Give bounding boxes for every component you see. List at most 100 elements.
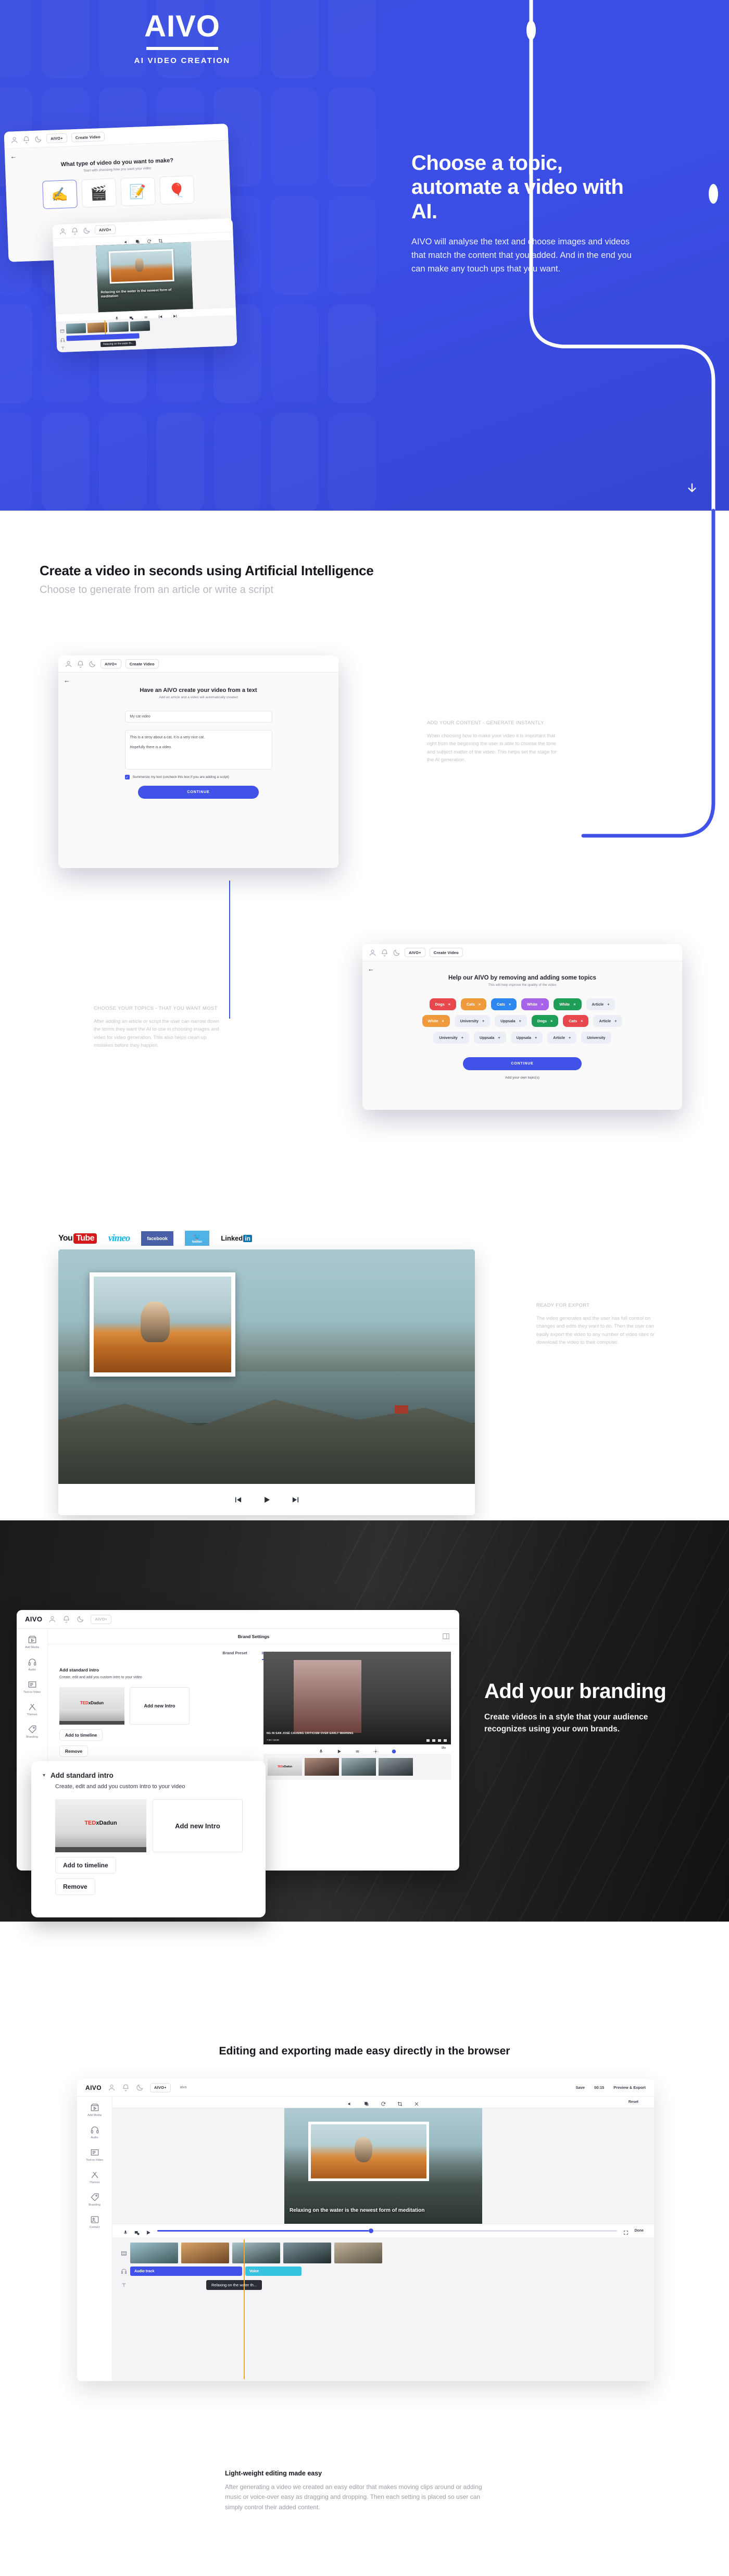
user-icon[interactable] [59,227,67,236]
mic-icon[interactable] [319,1747,323,1753]
chevron-down-icon[interactable]: ▾ [43,1773,45,1778]
sidebar-item-add-media[interactable]: Add Media [77,2103,112,2117]
user-icon[interactable] [10,135,19,144]
timeline-video-track[interactable] [121,2243,646,2263]
menu-icon[interactable] [355,1747,360,1752]
audio-clip[interactable]: Audio track [130,2267,242,2276]
topic-tag[interactable]: Uppsala + [473,1032,506,1044]
moon-icon[interactable] [77,1615,84,1623]
sidebar-item-themes[interactable]: Themes [17,1702,47,1716]
popover-intro-thumbnail[interactable]: TEDxDadun [55,1799,146,1853]
tab-brand-preset[interactable]: Brand Preset [222,1651,247,1660]
timeline-audio-track[interactable]: Audio track Voice [121,2267,646,2276]
topic-action[interactable]: × [448,1002,450,1007]
topic-tag[interactable]: Cats × [491,998,517,1010]
sidebar-item-branding[interactable]: Branding [77,2193,112,2207]
layers-icon[interactable] [135,237,140,244]
next-icon[interactable] [292,1496,299,1504]
topic-action[interactable]: × [550,1019,552,1023]
play-icon[interactable] [146,2228,151,2235]
moon-icon[interactable] [89,660,96,668]
topic-tag[interactable]: Dogs × [531,1015,559,1027]
aivo-plus-button[interactable]: AIVO+ [100,659,121,668]
play-icon[interactable] [263,1496,271,1504]
text-clip[interactable]: Relaxing on the water th... [206,2280,262,2290]
video-preview-area[interactable]: NG IN SAN JOSÉ CAUSING CRITICISM OVER EA… [263,1652,451,1780]
crop-icon[interactable] [397,2100,403,2106]
topic-tag[interactable]: Article + [593,1015,623,1027]
popover-add-to-timeline-button[interactable]: Add to timeline [55,1857,116,1874]
mic-icon[interactable] [115,314,119,320]
prev-icon[interactable] [234,1496,242,1504]
topic-tag[interactable]: University + [454,1015,491,1027]
video-title-input[interactable]: My cat video [124,711,272,723]
user-icon[interactable] [369,949,376,957]
editor-timeline[interactable]: Audio track Voice Relaxing on the water … [112,2237,654,2381]
branding-timeline[interactable]: TED xDadun 15s [263,1747,451,1780]
user-icon[interactable] [65,660,72,668]
create-video-button[interactable]: Create Video [125,659,159,668]
topic-action[interactable]: + [535,1035,537,1040]
back-button[interactable]: ← [58,673,338,684]
moon-icon[interactable] [393,949,400,957]
user-icon[interactable] [48,1615,56,1623]
aivo-plus-button[interactable]: AIVO+ [405,948,425,957]
voice-clip[interactable]: Voice [245,2267,301,2276]
video-type-card[interactable]: 🎬 [81,178,117,208]
topic-tag[interactable]: Dogs × [429,998,457,1010]
moon-icon[interactable] [136,2084,144,2091]
reset-button[interactable]: Reset [629,2100,638,2104]
topic-tag[interactable]: Uppsala + [510,1032,543,1044]
moon-icon[interactable] [83,226,91,234]
aivo-plus-button[interactable]: AIVO+ [149,2083,171,2092]
add-media-icon[interactable] [129,313,134,320]
sidebar-item-text-to-video[interactable]: Text-to-Video [77,2148,112,2162]
save-button[interactable]: Save [576,2085,585,2090]
topic-tag[interactable]: Article + [547,1032,577,1044]
aivo-plus-button[interactable]: AIVO+ [46,133,68,143]
moon-icon[interactable] [34,135,43,143]
settings-icon[interactable] [373,1747,378,1753]
topic-action[interactable]: + [519,1019,521,1023]
article-window[interactable]: AIVO+ Create Video ← Have an AIVO create… [58,655,338,868]
topic-action[interactable]: + [461,1035,463,1040]
popover-add-new-intro-button[interactable]: Add new Intro [153,1799,243,1853]
article-textarea[interactable]: This is a stroy about a cat. It is a ver… [124,730,272,770]
sidebar-item-audio[interactable]: Audio [17,1657,47,1671]
topic-action[interactable]: × [573,1002,575,1007]
add-new-intro-button[interactable]: Add new Intro [130,1687,190,1725]
player-canvas[interactable] [58,1249,475,1484]
sidebar-item-text-to-video[interactable]: Text-to-Video [17,1680,47,1694]
progress-slider[interactable] [157,2228,617,2233]
playhead[interactable] [244,2239,245,2379]
create-video-button[interactable]: Create Video [429,948,463,957]
topic-tag[interactable]: University + [433,1032,469,1044]
timeline-text-clip[interactable]: Relaxing on the water th... [100,340,136,348]
bell-icon[interactable] [71,227,79,235]
bell-icon[interactable] [22,135,31,144]
sidebar-item-add-media[interactable]: Add Media [17,1635,47,1649]
topic-action[interactable]: × [479,1002,481,1007]
topics-window[interactable]: AIVO+ Create Video ← Help our AIVO by re… [362,944,682,1110]
refresh-icon[interactable] [146,237,151,243]
bell-icon[interactable] [77,660,84,668]
topic-action[interactable]: × [509,1002,511,1007]
play-icon[interactable] [337,1747,342,1753]
add-icon[interactable] [392,1747,396,1753]
layers-icon[interactable] [364,2100,369,2106]
topic-tag[interactable]: Cats × [563,1015,589,1027]
next-icon[interactable] [173,312,177,318]
bell-icon[interactable] [381,949,388,957]
fullscreen-icon[interactable] [623,2228,629,2235]
intro-popover[interactable]: ▾ Add standard intro Create, edit and ad… [31,1761,266,1917]
done-button[interactable]: Done [635,2229,644,2233]
video-player-window[interactable] [58,1249,475,1515]
topic-action[interactable]: + [607,1002,609,1007]
sidebar-item-audio[interactable]: Audio [77,2125,112,2139]
intro-thumbnail[interactable]: TEDxDadun [59,1687,124,1725]
topic-action[interactable]: + [614,1019,617,1023]
menu-icon[interactable] [144,313,148,318]
add-to-timeline-button[interactable]: Add to timeline [59,1729,103,1741]
remove-button[interactable]: Remove [59,1745,89,1757]
timeline-text-track[interactable]: Relaxing on the water th... [121,2279,646,2290]
